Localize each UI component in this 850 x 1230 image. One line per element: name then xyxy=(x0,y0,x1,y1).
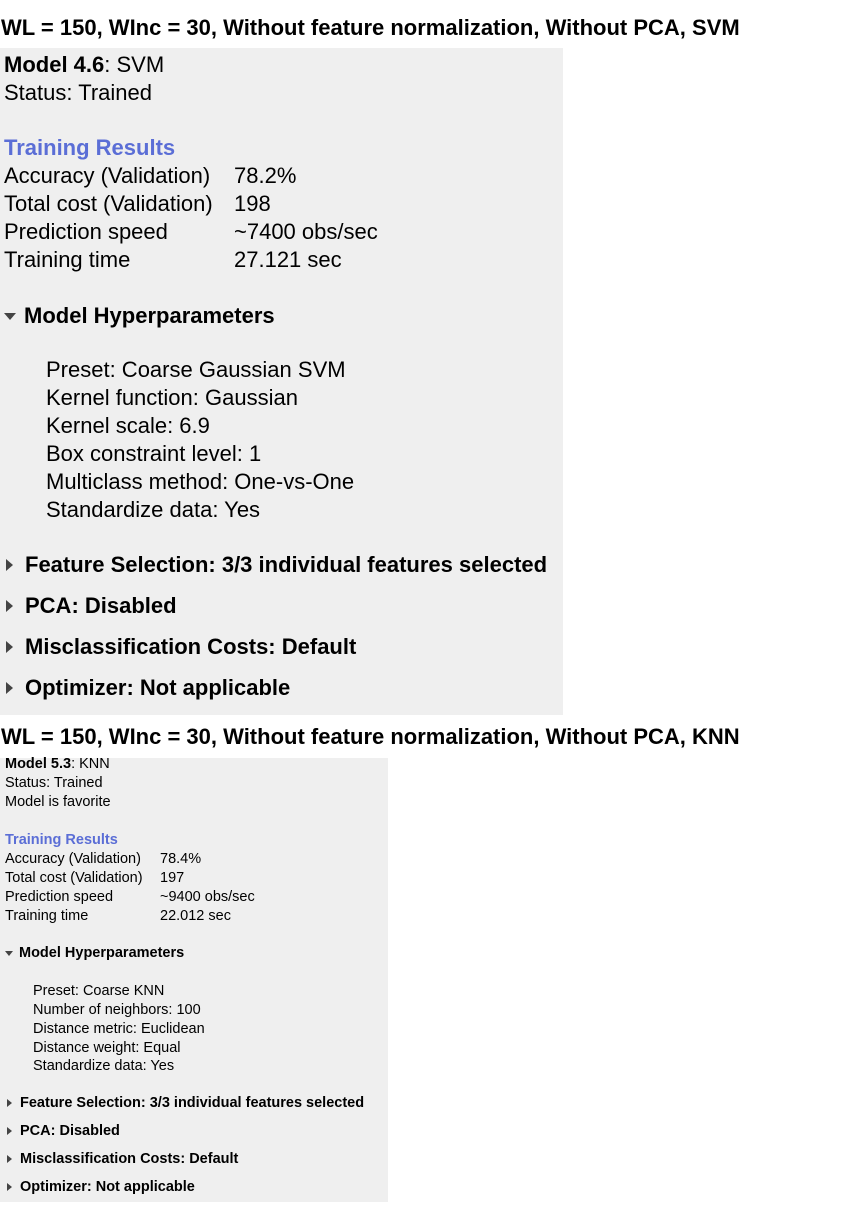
metric-value-prediction-speed: ~9400 obs/sec xyxy=(160,889,255,905)
model-summary-panel-knn: Model 5.3: KNN Status: Trained Model is … xyxy=(0,756,388,1202)
hyperparameter-item: Preset: Coarse Gaussian SVM xyxy=(46,357,346,382)
model-header: Model 4.6: SVM xyxy=(4,52,164,78)
triangle-right-icon xyxy=(6,682,13,695)
misclassification-costs-label: Misclassification Costs: Default xyxy=(20,1151,239,1168)
pca-toggle[interactable]: PCA: Disabled xyxy=(4,592,177,619)
feature-selection-label: Feature Selection: 3/3 individual featur… xyxy=(25,552,548,578)
hyperparameter-item: Preset: Coarse KNN xyxy=(33,983,165,999)
training-results-heading: Training Results xyxy=(5,832,118,848)
section-title-svm: WL = 150, WInc = 30, Without feature nor… xyxy=(1,15,740,40)
metric-label-training-time: Training time xyxy=(5,908,89,924)
model-favorite: Model is favorite xyxy=(5,794,111,810)
feature-selection-toggle[interactable]: Feature Selection: 3/3 individual featur… xyxy=(4,551,547,578)
hyperparameter-item: Multiclass method: One-vs-One xyxy=(46,469,355,494)
feature-selection-toggle[interactable]: Feature Selection: 3/3 individual featur… xyxy=(5,1095,364,1111)
triangle-right-icon xyxy=(7,1127,12,1136)
pca-label: PCA: Disabled xyxy=(25,593,177,619)
triangle-right-icon xyxy=(7,1099,12,1108)
hyperparameter-item: Box constraint level: 1 xyxy=(46,441,262,466)
hyperparameters-toggle[interactable]: Model Hyperparameters xyxy=(4,302,275,329)
hyperparameter-item: Number of neighbors: 100 xyxy=(33,1002,201,1018)
hyperparameter-item: Kernel scale: 6.9 xyxy=(46,413,210,438)
misclassification-costs-label: Misclassification Costs: Default xyxy=(25,634,357,660)
model-status: Status: Trained xyxy=(5,775,103,791)
optimizer-label: Optimizer: Not applicable xyxy=(25,675,291,701)
optimizer-toggle[interactable]: Optimizer: Not applicable xyxy=(4,674,290,701)
triangle-right-icon xyxy=(6,559,13,572)
model-id: Model 5.3 xyxy=(5,756,72,772)
triangle-down-icon xyxy=(4,312,16,320)
metric-label-accuracy: Accuracy (Validation) xyxy=(5,851,141,867)
hyperparameters-heading: Model Hyperparameters xyxy=(19,945,185,962)
triangle-right-icon xyxy=(7,1155,12,1164)
triangle-right-icon xyxy=(6,600,13,613)
misclassification-costs-toggle[interactable]: Misclassification Costs: Default xyxy=(4,633,356,660)
hyperparameter-item: Distance weight: Equal xyxy=(33,1040,181,1056)
metric-value-total-cost: 198 xyxy=(234,191,271,216)
hyperparameter-item: Standardize data: Yes xyxy=(33,1058,175,1074)
metric-value-accuracy: 78.4% xyxy=(160,851,202,867)
triangle-down-icon xyxy=(5,950,13,956)
metric-label-total-cost: Total cost (Validation) xyxy=(5,870,143,886)
pca-label: PCA: Disabled xyxy=(20,1123,120,1140)
model-type: : SVM xyxy=(104,52,165,77)
model-status: Status: Trained xyxy=(4,80,152,105)
hyperparameter-item: Kernel function: Gaussian xyxy=(46,385,298,410)
metric-label-accuracy: Accuracy (Validation) xyxy=(4,163,211,188)
metric-value-training-time: 27.121 sec xyxy=(234,247,342,272)
misclassification-costs-toggle[interactable]: Misclassification Costs: Default xyxy=(5,1151,238,1167)
metric-label-prediction-speed: Prediction speed xyxy=(5,889,114,905)
model-summary-panel-svm: Model 4.6: SVM Status: Trained Training … xyxy=(0,48,563,715)
triangle-right-icon xyxy=(7,1183,12,1192)
hyperparameter-item: Distance metric: Euclidean xyxy=(33,1021,205,1037)
hyperparameters-heading: Model Hyperparameters xyxy=(24,303,275,329)
model-header: Model 5.3: KNN xyxy=(5,756,110,772)
feature-selection-label: Feature Selection: 3/3 individual featur… xyxy=(20,1095,365,1112)
model-id: Model 4.6 xyxy=(4,52,105,77)
model-type: : KNN xyxy=(71,756,110,772)
section-title-knn: WL = 150, WInc = 30, Without feature nor… xyxy=(1,724,740,749)
metric-label-training-time: Training time xyxy=(4,247,131,272)
hyperparameters-toggle[interactable]: Model Hyperparameters xyxy=(5,945,184,961)
optimizer-label: Optimizer: Not applicable xyxy=(20,1179,195,1196)
pca-toggle[interactable]: PCA: Disabled xyxy=(5,1123,120,1139)
triangle-right-icon xyxy=(6,641,13,654)
training-results-heading: Training Results xyxy=(4,135,176,160)
metric-value-total-cost: 197 xyxy=(160,870,185,886)
metric-value-accuracy: 78.2% xyxy=(234,163,297,188)
metric-label-prediction-speed: Prediction speed xyxy=(4,219,168,244)
metric-label-total-cost: Total cost (Validation) xyxy=(4,191,213,216)
metric-value-training-time: 22.012 sec xyxy=(160,908,231,924)
metric-value-prediction-speed: ~7400 obs/sec xyxy=(234,219,378,244)
optimizer-toggle[interactable]: Optimizer: Not applicable xyxy=(5,1179,195,1195)
hyperparameter-item: Standardize data: Yes xyxy=(46,497,261,522)
